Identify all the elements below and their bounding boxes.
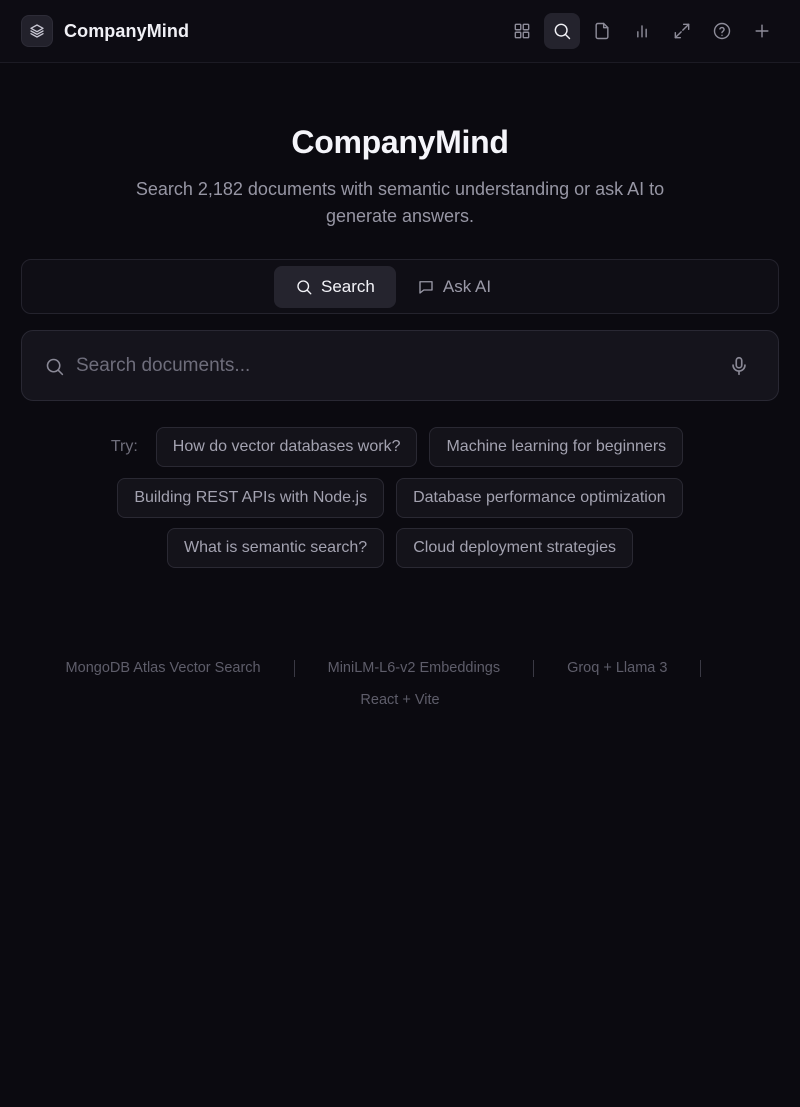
tech-stack-row-2: React + Vite (0, 690, 800, 710)
mode-switch-panel: Search Ask AI (21, 259, 779, 314)
brand-name: CompanyMind (64, 20, 190, 41)
try-label: Try: (110, 438, 138, 455)
plus-icon[interactable] (744, 13, 780, 49)
tech-item: Groq + Llama 3 (567, 660, 668, 676)
tech-item: MiniLM-L6-v2 Embeddings (327, 660, 501, 676)
divider (293, 659, 295, 677)
suggestion-chip[interactable]: Database performance optimization (396, 478, 683, 518)
layers-logo-icon (21, 15, 53, 47)
suggestion-row-2: Building REST APIs with Node.js Database… (0, 478, 800, 518)
suggestion-chip[interactable]: Machine learning for beginners (429, 427, 684, 467)
suggestion-chip[interactable]: Cloud deployment strategies (396, 528, 633, 568)
tab-search-label: Search (321, 277, 375, 296)
search-icon (297, 280, 312, 295)
tab-search[interactable]: Search (274, 266, 396, 308)
divider (533, 659, 535, 677)
tab-ask-ai[interactable]: Ask AI (396, 266, 512, 308)
tech-stack-row-1: MongoDB Atlas Vector Search MiniLM-L6-v2… (0, 658, 800, 678)
suggestion-chip[interactable]: What is semantic search? (167, 528, 385, 568)
grid-icon[interactable] (504, 13, 540, 49)
suggestion-row-1: Try: How do vector databases work? Machi… (0, 427, 800, 467)
search-box (21, 330, 779, 401)
search-icon[interactable] (544, 13, 580, 49)
page-subtitle: Search 2,182 documents with semantic und… (135, 179, 665, 226)
top-navbar: CompanyMind (0, 0, 800, 63)
page-title: CompanyMind (291, 124, 509, 160)
search-icon (46, 358, 64, 376)
suggestion-chip[interactable]: Building REST APIs with Node.js (117, 478, 385, 518)
document-icon[interactable] (584, 13, 620, 49)
suggestion-row-3: What is semantic search? Cloud deploymen… (0, 528, 800, 568)
nav-icon-bar (500, 12, 780, 50)
expand-icon[interactable] (664, 13, 700, 49)
help-icon[interactable] (704, 13, 740, 49)
mode-tabs: Search Ask AI (274, 266, 512, 308)
brand[interactable]: CompanyMind (21, 15, 189, 47)
chart-icon[interactable] (624, 13, 660, 49)
chat-bubble-icon (419, 281, 433, 294)
tech-item: React + Vite (360, 692, 440, 708)
divider (700, 659, 702, 677)
suggestion-chip[interactable]: How do vector databases work? (155, 427, 418, 467)
tab-ask-ai-label: Ask AI (442, 277, 492, 296)
microphone-icon[interactable] (728, 355, 750, 377)
tech-item: MongoDB Atlas Vector Search (65, 660, 261, 676)
search-input[interactable] (76, 349, 716, 383)
